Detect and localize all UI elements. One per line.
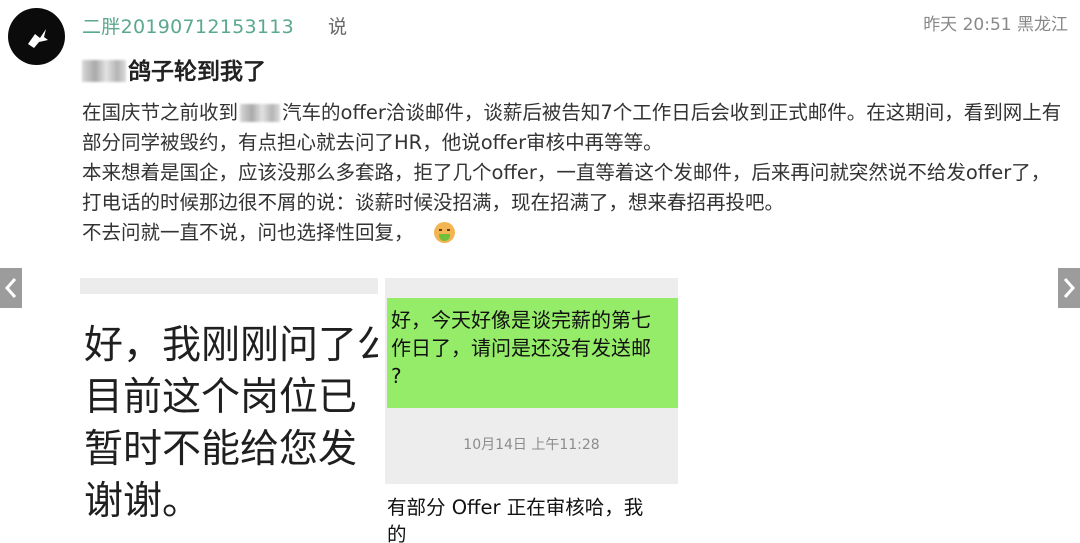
blurred-redaction: [240, 104, 281, 122]
screenshot-image-right[interactable]: 好，今天好像是谈完薪的第七 作日了，请问是还没有发送邮 ? 10月14日 上午1…: [385, 278, 678, 543]
screenshot-image-left[interactable]: 好，我刚刚问了公 目前这个岗位已 暂时不能给您发 谢谢。: [80, 278, 378, 543]
paragraph-3-text: 不去问就一直不说，问也选择性回复，: [82, 221, 414, 244]
chat-bubble-line: ?: [391, 364, 402, 388]
chat-bubble-received: 有部分 Offer 正在审核哈，我 的: [385, 484, 678, 543]
chat-bubble-line: 作日了，请问是还没有发送邮: [391, 336, 651, 360]
post-title-text: 鸽子轮到我了: [128, 59, 266, 85]
chat-reply-line: 的: [387, 523, 407, 543]
post-location: 黑龙江: [1017, 15, 1068, 35]
image-left-line: 好，我刚刚问了公: [84, 323, 378, 368]
paragraph-1: 在国庆节之前收到 汽车的offer洽谈邮件，谈薪后被告知7个工作日后会收到正式邮件…: [82, 98, 1067, 158]
paragraph-1-start: 在国庆节之前收到: [82, 101, 239, 124]
image-left-line: 谢谢。: [84, 479, 202, 524]
chat-timestamp: 10月14日 上午11:28: [463, 437, 600, 453]
blurred-redaction: [82, 60, 126, 82]
next-arrow-button[interactable]: [1058, 268, 1080, 308]
chat-reply-text: 有部分 Offer 正在审核哈，我 的: [387, 494, 643, 543]
avatar-figure-icon: [27, 28, 48, 48]
paragraph-2: 本来想着是国企，应该没那么多套路，拒了几个offer，一直等着这个发邮件，后来再…: [82, 161, 1051, 214]
post-meta: 昨天 20:51 黑龙江: [923, 10, 1068, 35]
chat-bubble-line: 好，今天好像是谈完薪的第七: [391, 308, 651, 332]
action-label: 说: [328, 16, 348, 38]
username-link[interactable]: 二胖20190712153113: [82, 12, 294, 39]
chat-bubble-sent: 好，今天好像是谈完薪的第七 作日了，请问是还没有发送邮 ?: [387, 298, 678, 408]
image-top-bar: [80, 278, 378, 294]
post-time: 昨天 20:51: [923, 15, 1012, 35]
chat-reply-line: 有部分 Offer 正在审核哈，我: [387, 496, 644, 519]
chevron-right-icon: [1063, 278, 1076, 298]
image-left-line: 暂时不能给您发: [84, 427, 358, 472]
image-left-line: 目前这个岗位已: [84, 375, 358, 420]
post-body: 在国庆节之前收到 汽车的offer洽谈邮件，谈薪后被告知7个工作日后会收到正式邮件…: [82, 98, 1067, 248]
post-title: 鸽子轮到我了: [82, 52, 266, 86]
paragraph-3: 不去问就一直不说，问也选择性回复，: [82, 218, 1067, 248]
chevron-left-icon: [4, 278, 17, 298]
image-left-text: 好，我刚刚问了公 目前这个岗位已 暂时不能给您发 谢谢。: [84, 320, 378, 528]
prev-arrow-button[interactable]: [0, 268, 22, 308]
avatar[interactable]: [8, 8, 65, 65]
nauseated-face-icon: [433, 222, 455, 243]
chat-bubble-text: 好，今天好像是谈完薪的第七 作日了，请问是还没有发送邮 ?: [391, 306, 651, 390]
